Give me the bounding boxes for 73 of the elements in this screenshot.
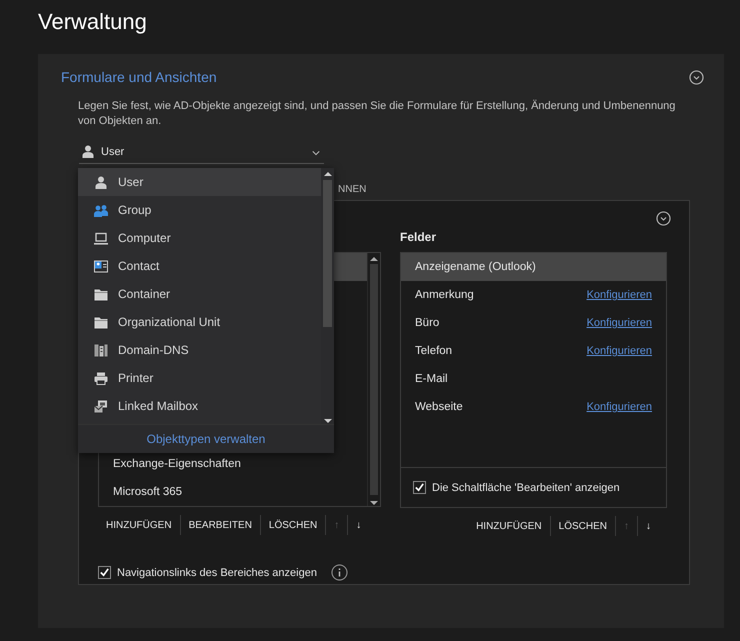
action-button[interactable]: HINZUFÜGEN xyxy=(98,515,180,535)
field-row[interactable]: Anmerkung Konfigurieren xyxy=(401,281,666,309)
object-type-select[interactable]: User xyxy=(79,143,324,164)
printer-icon xyxy=(94,372,108,384)
menu-item[interactable]: Container xyxy=(78,280,321,308)
field-name: E-Mail xyxy=(415,373,448,385)
collapse-icon[interactable] xyxy=(656,211,671,226)
scroll-down-icon[interactable] xyxy=(370,500,378,506)
configure-link[interactable]: Konfigurieren xyxy=(586,317,652,329)
column-title: Felder xyxy=(400,229,438,246)
scrollbar[interactable] xyxy=(321,168,334,424)
action-button[interactable]: BEARBEITEN xyxy=(180,515,260,535)
menu-item-label: Printer xyxy=(118,371,154,385)
field-row[interactable]: Anzeigename (Outlook) xyxy=(401,253,666,281)
mailbox-icon xyxy=(94,400,108,412)
menu-item-label: Group xyxy=(118,203,152,217)
menu-item[interactable]: Printer xyxy=(78,364,321,392)
configure-link[interactable]: Konfigurieren xyxy=(586,345,652,357)
menu-item[interactable]: User xyxy=(78,168,321,196)
server-rack-icon xyxy=(94,344,108,356)
field-name: Webseite xyxy=(415,401,463,413)
menu-item-label: Container xyxy=(118,287,170,301)
checkbox[interactable] xyxy=(413,481,426,494)
move-down-button[interactable]: ↓ xyxy=(347,515,370,535)
action-button[interactable]: LÖSCHEN xyxy=(260,515,326,535)
folder-icon xyxy=(94,316,108,328)
field-row[interactable]: Webseite Konfigurieren xyxy=(401,393,666,421)
manage-types-link[interactable]: Objekttypen verwalten xyxy=(140,431,272,447)
action-button[interactable]: HINZUFÜGEN xyxy=(468,516,550,536)
menu-item[interactable]: Domain-DNS xyxy=(78,336,321,364)
contact-card-icon xyxy=(94,260,108,272)
field-name: Büro xyxy=(415,317,440,329)
section-title: Formulare und Ansichten xyxy=(61,69,217,85)
checkbox-label: Die Schaltfläche 'Bearbeiten' anzeigen xyxy=(432,482,620,494)
menu-item-label: User xyxy=(118,175,144,189)
collapse-icon[interactable] xyxy=(689,70,704,84)
action-button[interactable]: LÖSCHEN xyxy=(550,516,615,536)
field-name: Anmerkung xyxy=(415,289,474,301)
scroll-up-icon[interactable] xyxy=(324,171,332,177)
configure-link[interactable]: Konfigurieren xyxy=(586,289,652,301)
scroll-up-icon[interactable] xyxy=(370,256,378,262)
scrollbar[interactable] xyxy=(367,253,380,506)
description: Legen Sie fest, wie AD-Objekte angezeigt sind, und passen Sie die Formulare für Erstellung, Änderung und Umbenennung von Objekten an. xyxy=(78,99,676,129)
chevron-down-icon xyxy=(312,150,320,156)
field-row[interactable]: E-Mail xyxy=(401,365,666,393)
laptop-icon xyxy=(94,232,108,244)
menu-item-label: Computer xyxy=(118,231,171,245)
field-name: Anzeigename (Outlook) xyxy=(415,261,536,273)
page-title: Verwaltung xyxy=(38,9,147,36)
list-item[interactable]: Microsoft 365 xyxy=(99,478,367,506)
move-down-button[interactable]: ↓ xyxy=(637,516,659,536)
menu-item-label: Domain-DNS xyxy=(118,343,189,357)
field-name: Telefon xyxy=(415,345,452,357)
menu-item[interactable]: Contact xyxy=(78,252,321,280)
group-icon xyxy=(94,204,108,216)
menu-item[interactable]: Computer xyxy=(78,224,321,252)
tab[interactable]: NNEN xyxy=(338,184,366,195)
menu-item-label: Organizational Unit xyxy=(118,315,220,329)
info-icon[interactable] xyxy=(330,564,348,581)
menu-item-label: Contact xyxy=(118,259,160,273)
checkbox[interactable] xyxy=(98,566,111,579)
folder-icon xyxy=(94,288,108,300)
field-row[interactable]: Büro Konfigurieren xyxy=(401,309,666,337)
menu-item[interactable]: Linked Mailbox xyxy=(78,392,321,420)
menu-item[interactable]: Organizational Unit xyxy=(78,308,321,336)
list-item[interactable]: Exchange-Eigenschaften xyxy=(99,450,367,478)
menu-item-label: Linked Mailbox xyxy=(118,399,198,413)
person-icon xyxy=(94,176,108,188)
menu-item[interactable]: Group xyxy=(78,196,321,224)
field-row[interactable]: Telefon Konfigurieren xyxy=(401,337,666,365)
person-icon xyxy=(81,145,95,158)
checkbox-label: Navigationslinks des Bereiches anzeigen xyxy=(117,566,317,578)
configure-link[interactable]: Konfigurieren xyxy=(586,401,652,413)
